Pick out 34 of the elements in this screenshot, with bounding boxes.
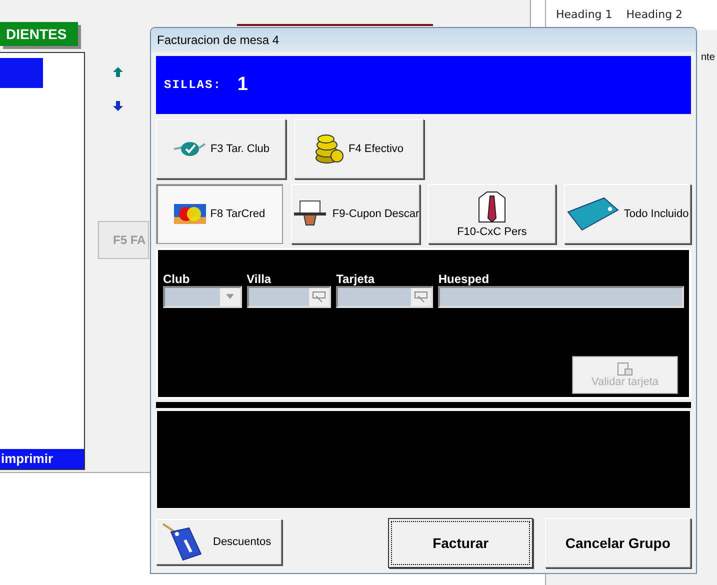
window-title: Facturacion de mesa 4	[151, 28, 696, 52]
field-label: Huesped	[438, 272, 490, 286]
payment-button[interactable]: F9-Cupon Descar	[291, 184, 420, 244]
field-label: Tarjeta	[336, 272, 376, 286]
dropdown-field[interactable]	[163, 286, 242, 308]
credit-card-icon	[174, 204, 206, 224]
payment-button[interactable]: Todo Incluido	[564, 184, 691, 244]
input-field[interactable]	[336, 286, 434, 308]
coins-icon	[314, 134, 344, 164]
seats-label: SILLAS:	[164, 78, 222, 92]
payment-button[interactable]: F4 Efectivo	[294, 118, 424, 179]
heading-tab[interactable]: Heading 1	[556, 8, 612, 22]
print-bar[interactable]: imprimir	[0, 449, 84, 469]
invoice-button[interactable]: Facturar	[388, 518, 533, 568]
card-reader-icon	[617, 362, 633, 376]
lookup-icon[interactable]	[411, 288, 432, 306]
input-field[interactable]	[246, 286, 332, 308]
payment-button[interactable]: F10-CxC Pers	[428, 184, 556, 244]
input-field[interactable]	[438, 286, 684, 308]
lookup-icon[interactable]	[309, 288, 330, 306]
seats-value: 1	[237, 74, 248, 96]
down-arrow-icon[interactable]	[113, 101, 123, 111]
partial-label: nte	[701, 52, 715, 63]
discounts-button[interactable]: Descuentos	[156, 518, 282, 565]
list-box[interactable]: imprimir	[0, 52, 85, 470]
field-label: Villa	[246, 272, 272, 286]
cancel-group-button[interactable]: Cancelar Grupo	[544, 518, 691, 568]
field-label: Club	[163, 272, 191, 286]
section-header: DIENTES	[0, 22, 78, 46]
payment-button[interactable]: F8 TarCred	[156, 184, 284, 244]
price-tag-icon	[566, 196, 620, 232]
payment-button[interactable]: F3 Tar. Club	[156, 118, 286, 179]
heading-tab[interactable]: Heading 2	[626, 8, 683, 22]
up-arrow-icon[interactable]	[113, 67, 123, 77]
